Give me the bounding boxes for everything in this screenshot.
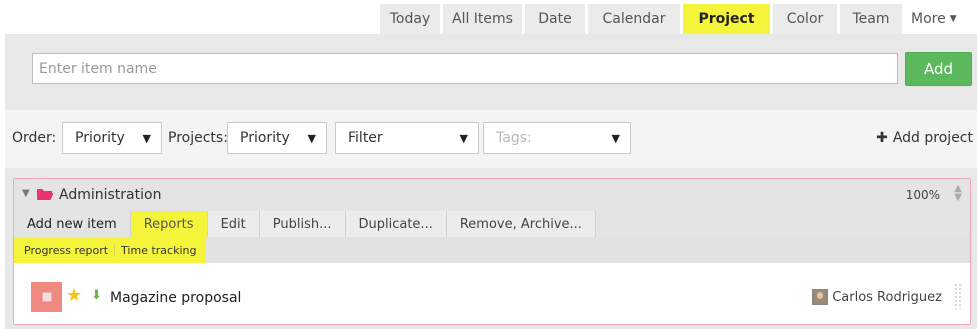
folder-open-icon — [37, 189, 54, 200]
caret-down-icon: ▼ — [459, 132, 468, 145]
menu-duplicate[interactable]: Duplicate... — [345, 211, 447, 237]
checkbox-icon — [41, 292, 52, 302]
priority-checkbox[interactable] — [31, 282, 62, 312]
sort-updown-icon[interactable]: ▲ ▼ — [954, 184, 962, 203]
item-name-input[interactable] — [32, 53, 898, 84]
order-select[interactable]: Priority ▼ — [62, 122, 162, 154]
plus-icon: ✚ — [876, 130, 888, 146]
menu-edit[interactable]: Edit — [207, 211, 260, 237]
filter-select-value: Filter — [348, 130, 383, 146]
main-panel: Add Order: Priority ▼ Projects: Priority… — [5, 34, 977, 329]
add-item-row: Add — [32, 52, 973, 86]
tab-today[interactable]: Today — [380, 4, 440, 34]
project-percent: 100% — [905, 188, 940, 202]
project-menu: Add new item Reports Edit Publish... Dup… — [14, 211, 970, 237]
tab-project[interactable]: Project — [683, 4, 770, 34]
tab-team[interactable]: Team — [840, 4, 902, 34]
menu-reports[interactable]: Reports — [130, 211, 208, 237]
order-select-value: Priority — [75, 130, 125, 146]
tags-select[interactable]: Tags: ▼ — [483, 122, 631, 154]
chevron-down-icon: ▼ — [949, 14, 957, 24]
view-tabs: Today All Items Date Calendar Project Co… — [380, 4, 977, 34]
drag-handle[interactable] — [954, 283, 962, 309]
tab-color[interactable]: Color — [773, 4, 837, 34]
tab-calendar[interactable]: Calendar — [588, 4, 680, 34]
reports-submenu: Progress report Time tracking — [14, 237, 970, 263]
item-name[interactable]: Magazine proposal — [110, 290, 241, 306]
projects-select-value: Priority — [240, 130, 290, 146]
tab-all-items[interactable]: All Items — [443, 4, 522, 34]
project-title[interactable]: Administration — [59, 187, 161, 203]
submenu-progress-report[interactable]: Progress report — [18, 243, 116, 257]
projects-select[interactable]: Priority ▼ — [227, 122, 327, 154]
tags-placeholder: Tags: — [496, 130, 532, 146]
submenu-time-tracking[interactable]: Time tracking — [115, 244, 202, 257]
projects-label: Projects: — [168, 130, 228, 146]
caret-down-icon: ▼ — [142, 132, 151, 145]
tab-date[interactable]: Date — [525, 4, 585, 34]
menu-publish[interactable]: Publish... — [259, 211, 346, 237]
caret-down-icon: ▼ — [307, 132, 316, 145]
star-icon[interactable]: ★ — [66, 285, 82, 306]
list-item: ★ ⬇ Magazine proposal Carlos Rodriguez — [14, 279, 970, 319]
assignee-name: Carlos Rodriguez — [832, 289, 942, 305]
order-label: Order: — [12, 130, 57, 146]
add-project-button[interactable]: ✚ Add project — [876, 130, 973, 146]
menu-remove-archive[interactable]: Remove, Archive... — [446, 211, 596, 237]
avatar — [812, 289, 829, 305]
menu-add-new-item[interactable]: Add new item — [14, 211, 131, 237]
assignee[interactable]: Carlos Rodriguez — [812, 289, 942, 305]
project-card: ▼ Administration 100% ▲ ▼ Add new item Re… — [13, 178, 971, 325]
project-header[interactable]: ▼ Administration 100% ▲ ▼ — [14, 179, 970, 211]
collapse-triangle-icon[interactable]: ▼ — [22, 188, 30, 199]
add-item-button[interactable]: Add — [905, 52, 972, 86]
filter-bar: Order: Priority ▼ Projects: Priority ▼ F… — [5, 110, 977, 168]
tab-more[interactable]: More ▼ — [905, 4, 957, 34]
caret-down-icon: ▼ — [611, 132, 620, 145]
arrow-down-icon: ⬇ — [91, 288, 102, 303]
filter-select[interactable]: Filter ▼ — [335, 122, 479, 154]
